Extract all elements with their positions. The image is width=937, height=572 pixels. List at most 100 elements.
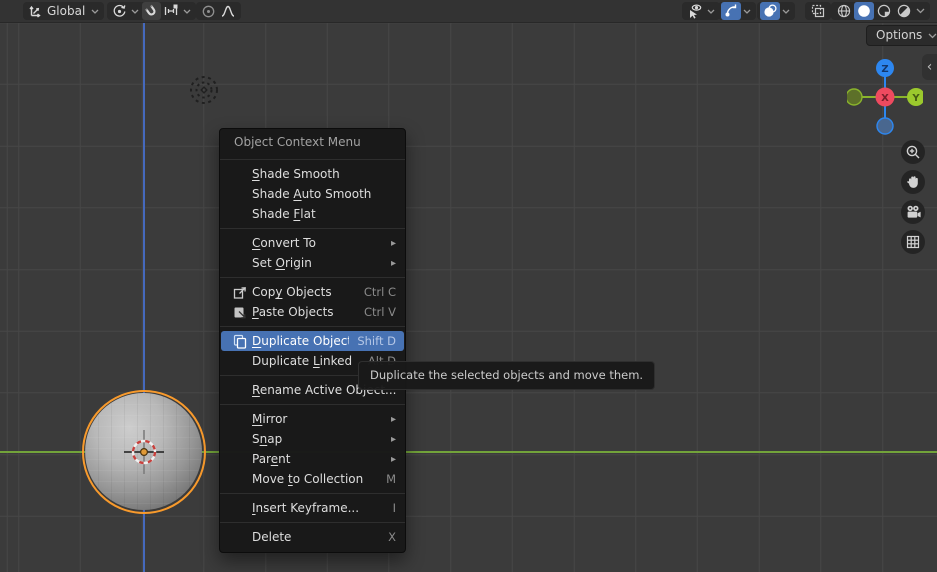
menu-item-shortcut: Shift D [357,334,396,348]
falloff-curve-icon[interactable] [218,2,238,20]
menu-separator [220,522,405,523]
toggle-grid-button[interactable] [901,230,925,254]
shading-solid-icon[interactable] [854,2,874,20]
gizmo-z-label: Z [881,64,888,75]
object-visibility-dropdown[interactable] [682,2,720,20]
chevron-down-icon [89,9,101,14]
pan-hand-icon [906,176,918,188]
camera-view-button[interactable] [901,200,925,224]
menu-item-copy-objects[interactable]: Copy Objects Ctrl C [220,282,405,302]
submenu-arrow-icon: ▸ [390,257,396,269]
zoom-button[interactable] [901,140,925,164]
menu-item-shortcut: X [388,530,396,544]
shading-rendered-icon[interactable] [894,2,914,20]
menu-item-set-origin[interactable]: Set Origin ▸ [220,253,405,273]
menu-item-label: Shade Auto Smooth [252,187,372,201]
menu-item-parent[interactable]: Parent ▸ [220,449,405,469]
sidebar-collapse-arrow[interactable]: ‹ [922,54,937,80]
proportional-editing-group [196,2,241,20]
menu-item-label: Set Origin [252,256,312,270]
context-menu-title: Object Context Menu [234,135,361,149]
gizmo-toggle-group [718,2,756,20]
menu-item-label: Duplicate Objects [252,334,350,348]
menu-separator [220,159,405,160]
menu-item-label: Move to Collection [252,472,364,486]
show-overlays-icon[interactable] [760,2,780,20]
menu-separator [220,228,405,229]
menu-item-label: Mirror [252,412,288,426]
shading-modes-group [831,2,930,20]
submenu-arrow-icon: ▸ [390,413,396,425]
menu-item-move-to-collection[interactable]: Move to Collection M [220,469,405,489]
object-context-menu: Object Context Menu Shade Smooth Shade Au… [219,128,406,553]
menu-item-shortcut: I [392,501,396,515]
snapping-group [139,2,196,20]
menu-item-label: Snap [252,432,283,446]
chevron-down-icon [926,33,937,39]
zoom-icon [906,145,920,159]
overlays-toggle-group [757,2,795,20]
chevron-down-icon [780,9,792,14]
shading-material-preview-icon[interactable] [874,2,894,20]
menu-item-label: Delete [252,530,292,544]
object-visibility-icon [685,2,705,20]
dashed-circle-marker [190,76,218,104]
menu-item-shade-auto-smooth[interactable]: Shade Auto Smooth [220,184,405,204]
menu-item-label: Copy Objects [252,285,332,299]
chevron-down-icon [914,8,927,14]
snap-magnet-icon[interactable] [142,2,161,20]
menu-item-label: Shade Flat [252,207,316,221]
options-button[interactable]: Options [866,25,937,46]
proportional-editing-icon[interactable] [199,2,218,20]
camera-view-icon [907,205,921,218]
menu-item-label: Parent [252,452,291,466]
menu-separator [220,493,405,494]
snap-increment-icon[interactable] [161,2,181,20]
transform-orientation-dropdown[interactable]: Global [23,2,105,20]
submenu-arrow-icon: ▸ [390,433,396,445]
menu-item-label: Duplicate Linked [252,354,353,368]
menu-item-shortcut: M [386,472,396,486]
gizmo-neg-z-ball [876,117,894,135]
menu-item-snap[interactable]: Snap ▸ [220,429,405,449]
blender-3d-viewport: Global Options ‹ Z Y X Object Context Me… [0,0,937,572]
menu-item-shade-smooth[interactable]: Shade Smooth [220,164,405,184]
menu-item-label: Paste Objects [252,305,334,319]
toggle-grid-icon [906,235,920,249]
context-menu-items: Shade Smooth Shade Auto Smooth Shade Flat C… [220,164,405,552]
menu-item-paste-objects[interactable]: Paste Objects Ctrl V [220,302,405,322]
gizmo-x-label: X [881,93,889,104]
tooltip-text: Duplicate the selected objects and move … [370,368,644,382]
menu-item-label: Convert To [252,236,316,250]
show-gizmo-icon[interactable] [721,2,741,20]
menu-item-label: Shade Smooth [252,167,340,181]
options-label: Options [876,28,923,42]
navigation-gizmo[interactable]: Z Y X [847,59,923,135]
menu-item-delete[interactable]: Delete X [220,527,405,547]
xray-toggle[interactable] [805,2,831,20]
submenu-arrow-icon: ▸ [390,237,396,249]
chevron-down-icon [181,9,193,14]
menu-item-duplicate-objects[interactable]: Duplicate Objects Shift D [221,331,404,351]
menu-separator [220,404,405,405]
menu-item-mirror[interactable]: Mirror ▸ [220,409,405,429]
menu-item-shortcut: Ctrl V [364,305,396,319]
shading-wireframe-icon[interactable] [834,2,854,20]
gizmo-y-label: Y [911,93,920,104]
menu-item-shade-flat[interactable]: Shade Flat [220,204,405,224]
menu-item-label: Insert Keyframe... [252,501,360,515]
viewport-header: Global [0,0,937,23]
3d-cursor [124,430,164,474]
duplicate-icon [232,334,252,349]
menu-item-convert-to[interactable]: Convert To ▸ [220,233,405,253]
menu-item-insert-keyframe[interactable]: Insert Keyframe... I [220,498,405,518]
pan-button[interactable] [901,170,925,194]
tooltip: Duplicate the selected objects and move … [358,361,656,390]
menu-item-shortcut: Ctrl C [363,285,396,299]
chevron-down-icon [741,9,753,14]
chevron-down-icon [705,9,717,14]
toggle-xray-icon [808,2,828,20]
transform-orientation-icon [26,2,44,20]
pivot-point-icon [110,2,129,20]
transform-orientation-value: Global [47,3,86,18]
